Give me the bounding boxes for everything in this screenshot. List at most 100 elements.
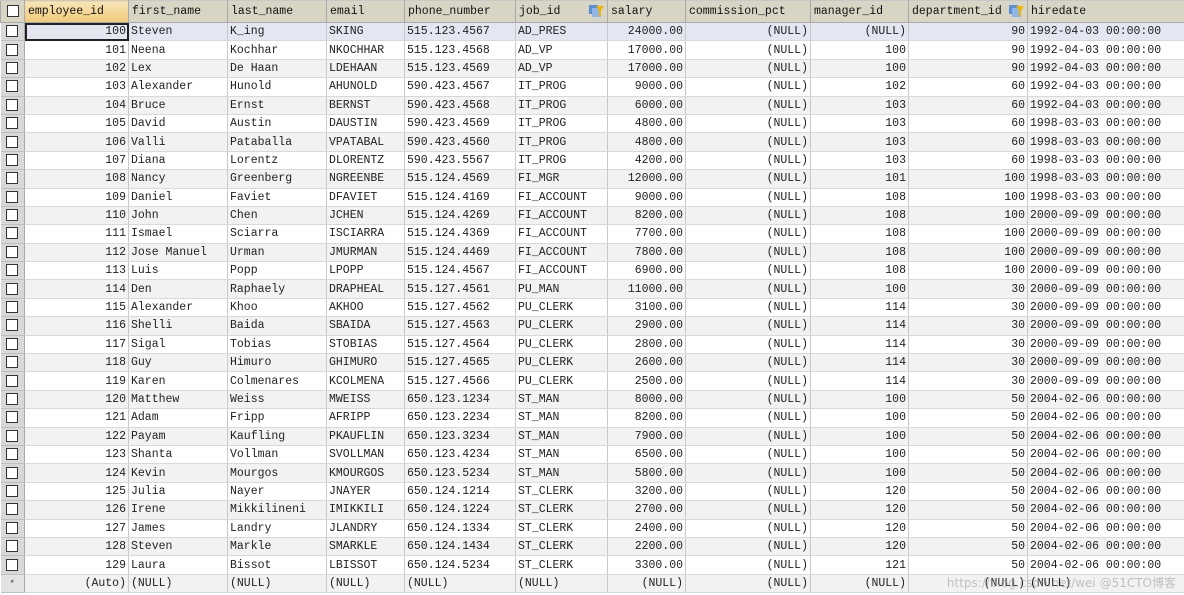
cell-first-name[interactable]: David	[128, 114, 228, 134]
cell-hiredate[interactable]: 2004-02-06 00:00:00	[1027, 500, 1184, 520]
cell-salary[interactable]: 7900.00	[607, 427, 686, 446]
table-row[interactable]: 102 Lex De Haan LDEHAAN 515.123.4569 AD_VP 170…	[0, 59, 1184, 79]
row-select-checkbox[interactable]	[0, 96, 25, 115]
table-row[interactable]: 128 Steven Markle SMARKLE 650.124.1434 ST_CLE…	[0, 537, 1184, 557]
cell-email[interactable]: DAUSTIN	[326, 114, 405, 134]
cell-department-id[interactable]: 60	[908, 96, 1028, 115]
cell-phone-number[interactable]: 515.127.4562	[404, 298, 516, 318]
cell-commission-pct[interactable]: (NULL)	[685, 40, 811, 60]
cell-employee-id[interactable]: 109	[24, 188, 129, 207]
cell-employee-id[interactable]: 122	[24, 427, 129, 446]
row-select-checkbox[interactable]	[0, 169, 25, 189]
cell-commission-pct[interactable]: (NULL)	[685, 206, 811, 226]
cell-commission-pct[interactable]: (NULL)	[685, 537, 811, 557]
cell-last-name[interactable]: Mikkilineni	[227, 500, 327, 520]
row-select-checkbox[interactable]	[0, 353, 25, 373]
cell-last-name[interactable]: De Haan	[227, 59, 327, 79]
cell-department-id[interactable]: 30	[908, 298, 1028, 318]
cell-department-id[interactable]: 90	[908, 40, 1028, 60]
cell-hiredate[interactable]: 1992-04-03 00:00:00	[1027, 96, 1184, 115]
cell-first-name[interactable]: Shanta	[128, 445, 228, 465]
cell-hiredate[interactable]: 1992-04-03 00:00:00	[1027, 22, 1184, 42]
column-header-commission-pct[interactable]: commission_pct	[685, 0, 811, 23]
cell-manager-id[interactable]: 108	[810, 243, 909, 263]
cell-commission-pct[interactable]: (NULL)	[685, 316, 811, 336]
table-row[interactable]: 108 Nancy Greenberg NGREENBE 515.124.4569 FI_…	[0, 169, 1184, 189]
cell-phone-number[interactable]: 650.123.2234	[404, 408, 516, 428]
select-all-checkbox[interactable]	[0, 0, 25, 23]
cell-department-id[interactable]: 50	[908, 555, 1028, 575]
cell-department-id[interactable]: 100	[908, 206, 1028, 226]
cell-email[interactable]: PKAUFLIN	[326, 427, 405, 446]
cell-phone-number[interactable]: 590.423.4567	[404, 77, 516, 97]
cell-manager-id[interactable]: 100	[810, 279, 909, 299]
cell-last-name[interactable]: Chen	[227, 206, 327, 226]
cell-last-name[interactable]: Austin	[227, 114, 327, 134]
cell-employee-id[interactable]: 110	[24, 206, 129, 226]
row-select-checkbox[interactable]	[0, 224, 25, 244]
cell-hiredate[interactable]: 2004-02-06 00:00:00	[1027, 555, 1184, 575]
cell-last-name[interactable]: Hunold	[227, 77, 327, 97]
cell-phone-number[interactable]: 590.423.4569	[404, 114, 516, 134]
row-select-checkbox[interactable]	[0, 188, 25, 207]
cell-salary[interactable]: 7700.00	[607, 224, 686, 244]
cell-manager-id[interactable]: 100	[810, 390, 909, 410]
cell-job-id[interactable]: PU_CLERK	[515, 298, 608, 318]
cell-first-name[interactable]: Karen	[128, 371, 228, 391]
cell-manager-id[interactable]: 103	[810, 114, 909, 134]
cell-first-name[interactable]: Alexander	[128, 77, 228, 97]
cell-salary[interactable]: 3300.00	[607, 555, 686, 575]
table-row[interactable]: 105 David Austin DAUSTIN 590.423.4569 IT_PROG…	[0, 114, 1184, 134]
cell-department-id[interactable]: 30	[908, 335, 1028, 355]
cell-employee-id[interactable]: 128	[24, 537, 129, 557]
cell-last-name[interactable]: Lorentz	[227, 151, 327, 171]
filter-icon[interactable]	[1009, 5, 1024, 17]
cell-phone-number[interactable]: 515.127.4564	[404, 335, 516, 355]
cell-commission-pct[interactable]: (NULL)	[685, 298, 811, 318]
cell-salary[interactable]: 6900.00	[607, 261, 686, 281]
cell-salary[interactable]: 4200.00	[607, 151, 686, 171]
cell-job-id[interactable]: ST_MAN	[515, 390, 608, 410]
cell-manager-id[interactable]: 114	[810, 335, 909, 355]
cell-hiredate[interactable]: 2000-09-09 00:00:00	[1027, 279, 1184, 299]
cell-first-name[interactable]: Laura	[128, 555, 228, 575]
cell-employee-id[interactable]: 119	[24, 371, 129, 391]
table-row[interactable]: 110 John Chen JCHEN 515.124.4269 FI_ACCOUNT 82…	[0, 206, 1184, 226]
cell-employee-id[interactable]: 120	[24, 390, 129, 410]
column-header-email[interactable]: email	[326, 0, 405, 23]
cell-manager-id[interactable]: 102	[810, 77, 909, 97]
cell-salary[interactable]: 5800.00	[607, 463, 686, 483]
row-select-checkbox[interactable]	[0, 77, 25, 97]
cell-last-name[interactable]: Popp	[227, 261, 327, 281]
cell-last-name[interactable]: Fripp	[227, 408, 327, 428]
cell-department-id[interactable]: 50	[908, 427, 1028, 446]
cell-manager-id[interactable]: 121	[810, 555, 909, 575]
cell-hiredate[interactable]: 2000-09-09 00:00:00	[1027, 298, 1184, 318]
new-cell-phone-number[interactable]: (NULL)	[404, 574, 516, 594]
table-row[interactable]: 109 Daniel Faviet DFAVIET 515.124.4169 FI_ACC…	[0, 188, 1184, 207]
cell-hiredate[interactable]: 2000-09-09 00:00:00	[1027, 316, 1184, 336]
table-row[interactable]: 111 Ismael Sciarra ISCIARRA 515.124.4369 FI_A…	[0, 224, 1184, 244]
cell-department-id[interactable]: 60	[908, 114, 1028, 134]
cell-department-id[interactable]: 100	[908, 169, 1028, 189]
new-cell-employee-id[interactable]: (Auto)	[24, 574, 129, 594]
cell-phone-number[interactable]: 650.123.5234	[404, 463, 516, 483]
cell-hiredate[interactable]: 1998-03-03 00:00:00	[1027, 169, 1184, 189]
cell-job-id[interactable]: IT_PROG	[515, 96, 608, 115]
cell-first-name[interactable]: Payam	[128, 427, 228, 446]
cell-commission-pct[interactable]: (NULL)	[685, 335, 811, 355]
row-select-checkbox[interactable]	[0, 243, 25, 263]
new-cell-manager-id[interactable]: (NULL)	[810, 574, 909, 594]
cell-salary[interactable]: 6500.00	[607, 445, 686, 465]
new-cell-job-id[interactable]: (NULL)	[515, 574, 608, 594]
row-select-checkbox[interactable]	[0, 427, 25, 446]
cell-employee-id[interactable]: 113	[24, 261, 129, 281]
cell-hiredate[interactable]: 2004-02-06 00:00:00	[1027, 537, 1184, 557]
cell-first-name[interactable]: Steven	[128, 537, 228, 557]
cell-last-name[interactable]: Pataballa	[227, 132, 327, 152]
row-select-checkbox[interactable]	[0, 22, 25, 42]
column-header-department-id[interactable]: department_id	[908, 0, 1028, 23]
cell-last-name[interactable]: Colmenares	[227, 371, 327, 391]
cell-phone-number[interactable]: 590.423.5567	[404, 151, 516, 171]
cell-salary[interactable]: 2600.00	[607, 353, 686, 373]
